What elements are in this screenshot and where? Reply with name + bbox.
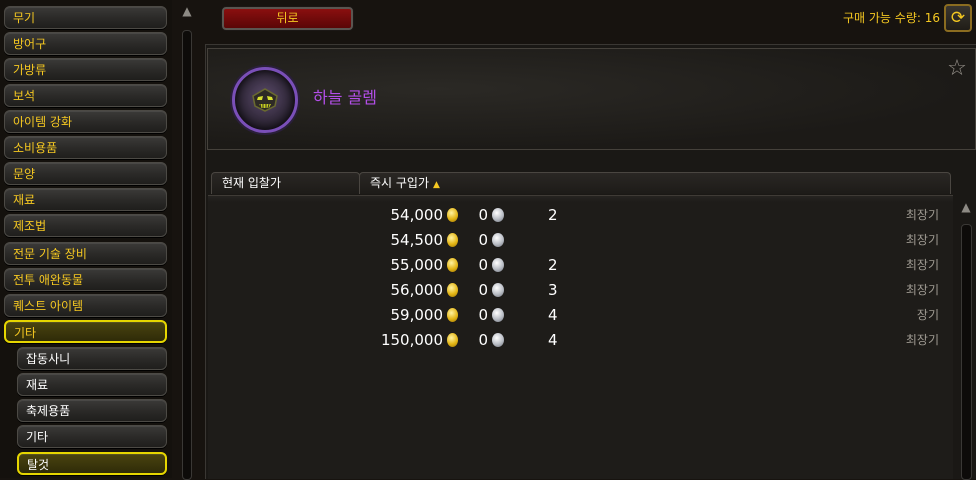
star-outline-icon[interactable]: ☆ xyxy=(944,56,970,82)
category-armor[interactable]: 방어구 xyxy=(4,32,167,55)
buyout-silver: 0 xyxy=(478,331,488,349)
results-scroll-groove[interactable] xyxy=(961,224,972,480)
item-name: 하늘 골렘 xyxy=(313,88,377,107)
category-battle-pets[interactable]: 전투 애완동물 xyxy=(4,268,167,291)
sidebar-scroll-groove[interactable] xyxy=(182,30,192,480)
subcategory-mounts[interactable]: 탈것 xyxy=(17,452,167,475)
results-scrollbar[interactable]: ▲ xyxy=(956,196,976,480)
silver-coin-icon xyxy=(492,258,504,272)
category-recipes[interactable]: 제조법 xyxy=(4,214,167,237)
buyout-silver: 0 xyxy=(478,206,488,224)
subcategory-other[interactable]: 기타 xyxy=(17,425,167,448)
silver-coin-icon xyxy=(492,308,504,322)
refresh-icon: ⟳ xyxy=(950,8,966,28)
buyout-gold: 56,000 xyxy=(390,281,444,299)
listing-row[interactable]: 55,000 0 2 최장기 xyxy=(208,253,953,277)
buyout-gold: 150,000 xyxy=(380,331,443,349)
category-sidebar: 무기 방어구 가방류 보석 아이템 강화 소비용품 문양 재료 제조법 전문 기… xyxy=(0,0,172,478)
time-left: 최장기 xyxy=(905,258,939,272)
listing-quantity xyxy=(548,228,564,252)
back-button[interactable]: 뒤로 xyxy=(222,7,353,30)
category-containers[interactable]: 가방류 xyxy=(4,58,167,81)
silver-coin-icon xyxy=(492,208,504,222)
silver-coin-icon xyxy=(492,283,504,297)
gold-coin-icon xyxy=(447,308,458,322)
category-trade-goods[interactable]: 재료 xyxy=(4,188,167,211)
gold-coin-icon xyxy=(447,333,458,347)
buyout-silver: 0 xyxy=(478,231,488,249)
silver-coin-icon xyxy=(492,233,504,247)
buyout-silver: 0 xyxy=(478,281,488,299)
gold-coin-icon xyxy=(447,258,458,272)
category-weapons[interactable]: 무기 xyxy=(4,6,167,29)
listing-row[interactable]: 150,000 0 4 최장기 xyxy=(208,328,953,352)
listing-quantity: 4 xyxy=(548,331,558,349)
time-left: 장기 xyxy=(916,308,939,322)
time-left: 최장기 xyxy=(905,283,939,297)
sort-ascending-icon: ▲ xyxy=(433,180,440,190)
listing-row[interactable]: 59,000 0 4 장기 xyxy=(208,303,953,327)
subcategory-reagents[interactable]: 재료 xyxy=(17,373,167,396)
column-buyout-label: 즉시 구입가 xyxy=(370,176,430,190)
listing-quantity: 2 xyxy=(548,206,558,224)
time-left: 최장기 xyxy=(905,233,939,247)
refresh-button[interactable]: ⟳ xyxy=(944,4,972,32)
category-quest-items[interactable]: 퀘스트 아이템 xyxy=(4,294,167,317)
buyout-silver: 0 xyxy=(478,256,488,274)
category-consumables[interactable]: 소비용품 xyxy=(4,136,167,159)
buyout-gold: 54,500 xyxy=(390,231,444,249)
buyout-silver: 0 xyxy=(478,306,488,324)
purchase-quantity-label: 구매 가능 수량: 16 xyxy=(843,11,940,25)
column-header-current-bid[interactable]: 현재 입찰가 xyxy=(211,172,360,194)
golem-face-icon xyxy=(252,88,278,112)
listing-row[interactable]: 54,000 0 2 최장기 xyxy=(208,203,953,227)
subcategory-junk[interactable]: 잡동사니 xyxy=(17,347,167,370)
category-miscellaneous[interactable]: 기타 xyxy=(4,320,167,343)
time-left: 최장기 xyxy=(905,333,939,347)
subcategory-holiday[interactable]: 축제용품 xyxy=(17,399,167,422)
listing-quantity: 2 xyxy=(548,256,558,274)
listing-row[interactable]: 56,000 0 3 최장기 xyxy=(208,278,953,302)
listing-results: 54,000 0 2 최장기 54,500 0 최장기 55,000 0 2 최… xyxy=(208,195,953,479)
listing-quantity: 3 xyxy=(548,281,558,299)
mount-golem-icon[interactable] xyxy=(232,67,298,133)
listing-quantity: 4 xyxy=(548,306,558,324)
time-left: 최장기 xyxy=(905,208,939,222)
buyout-gold: 59,000 xyxy=(390,306,444,324)
gold-coin-icon xyxy=(447,233,458,247)
scroll-up-icon[interactable]: ▲ xyxy=(958,200,974,214)
category-profession-equipment[interactable]: 전문 기술 장비 xyxy=(4,242,167,265)
column-header-buyout[interactable]: 즉시 구입가 ▲ xyxy=(359,172,951,194)
listing-row[interactable]: 54,500 0 최장기 xyxy=(208,228,953,252)
column-current-bid-label: 현재 입찰가 xyxy=(222,176,282,190)
gold-coin-icon xyxy=(447,208,458,222)
silver-coin-icon xyxy=(492,333,504,347)
gold-coin-icon xyxy=(447,283,458,297)
category-item-enhancement[interactable]: 아이템 강화 xyxy=(4,110,167,133)
buyout-gold: 54,000 xyxy=(390,206,444,224)
buyout-gold: 55,000 xyxy=(390,256,444,274)
sidebar-scrollbar[interactable]: ▲ xyxy=(176,0,198,480)
category-gems[interactable]: 보석 xyxy=(4,84,167,107)
category-glyphs[interactable]: 문양 xyxy=(4,162,167,185)
scroll-up-icon[interactable]: ▲ xyxy=(176,4,198,18)
